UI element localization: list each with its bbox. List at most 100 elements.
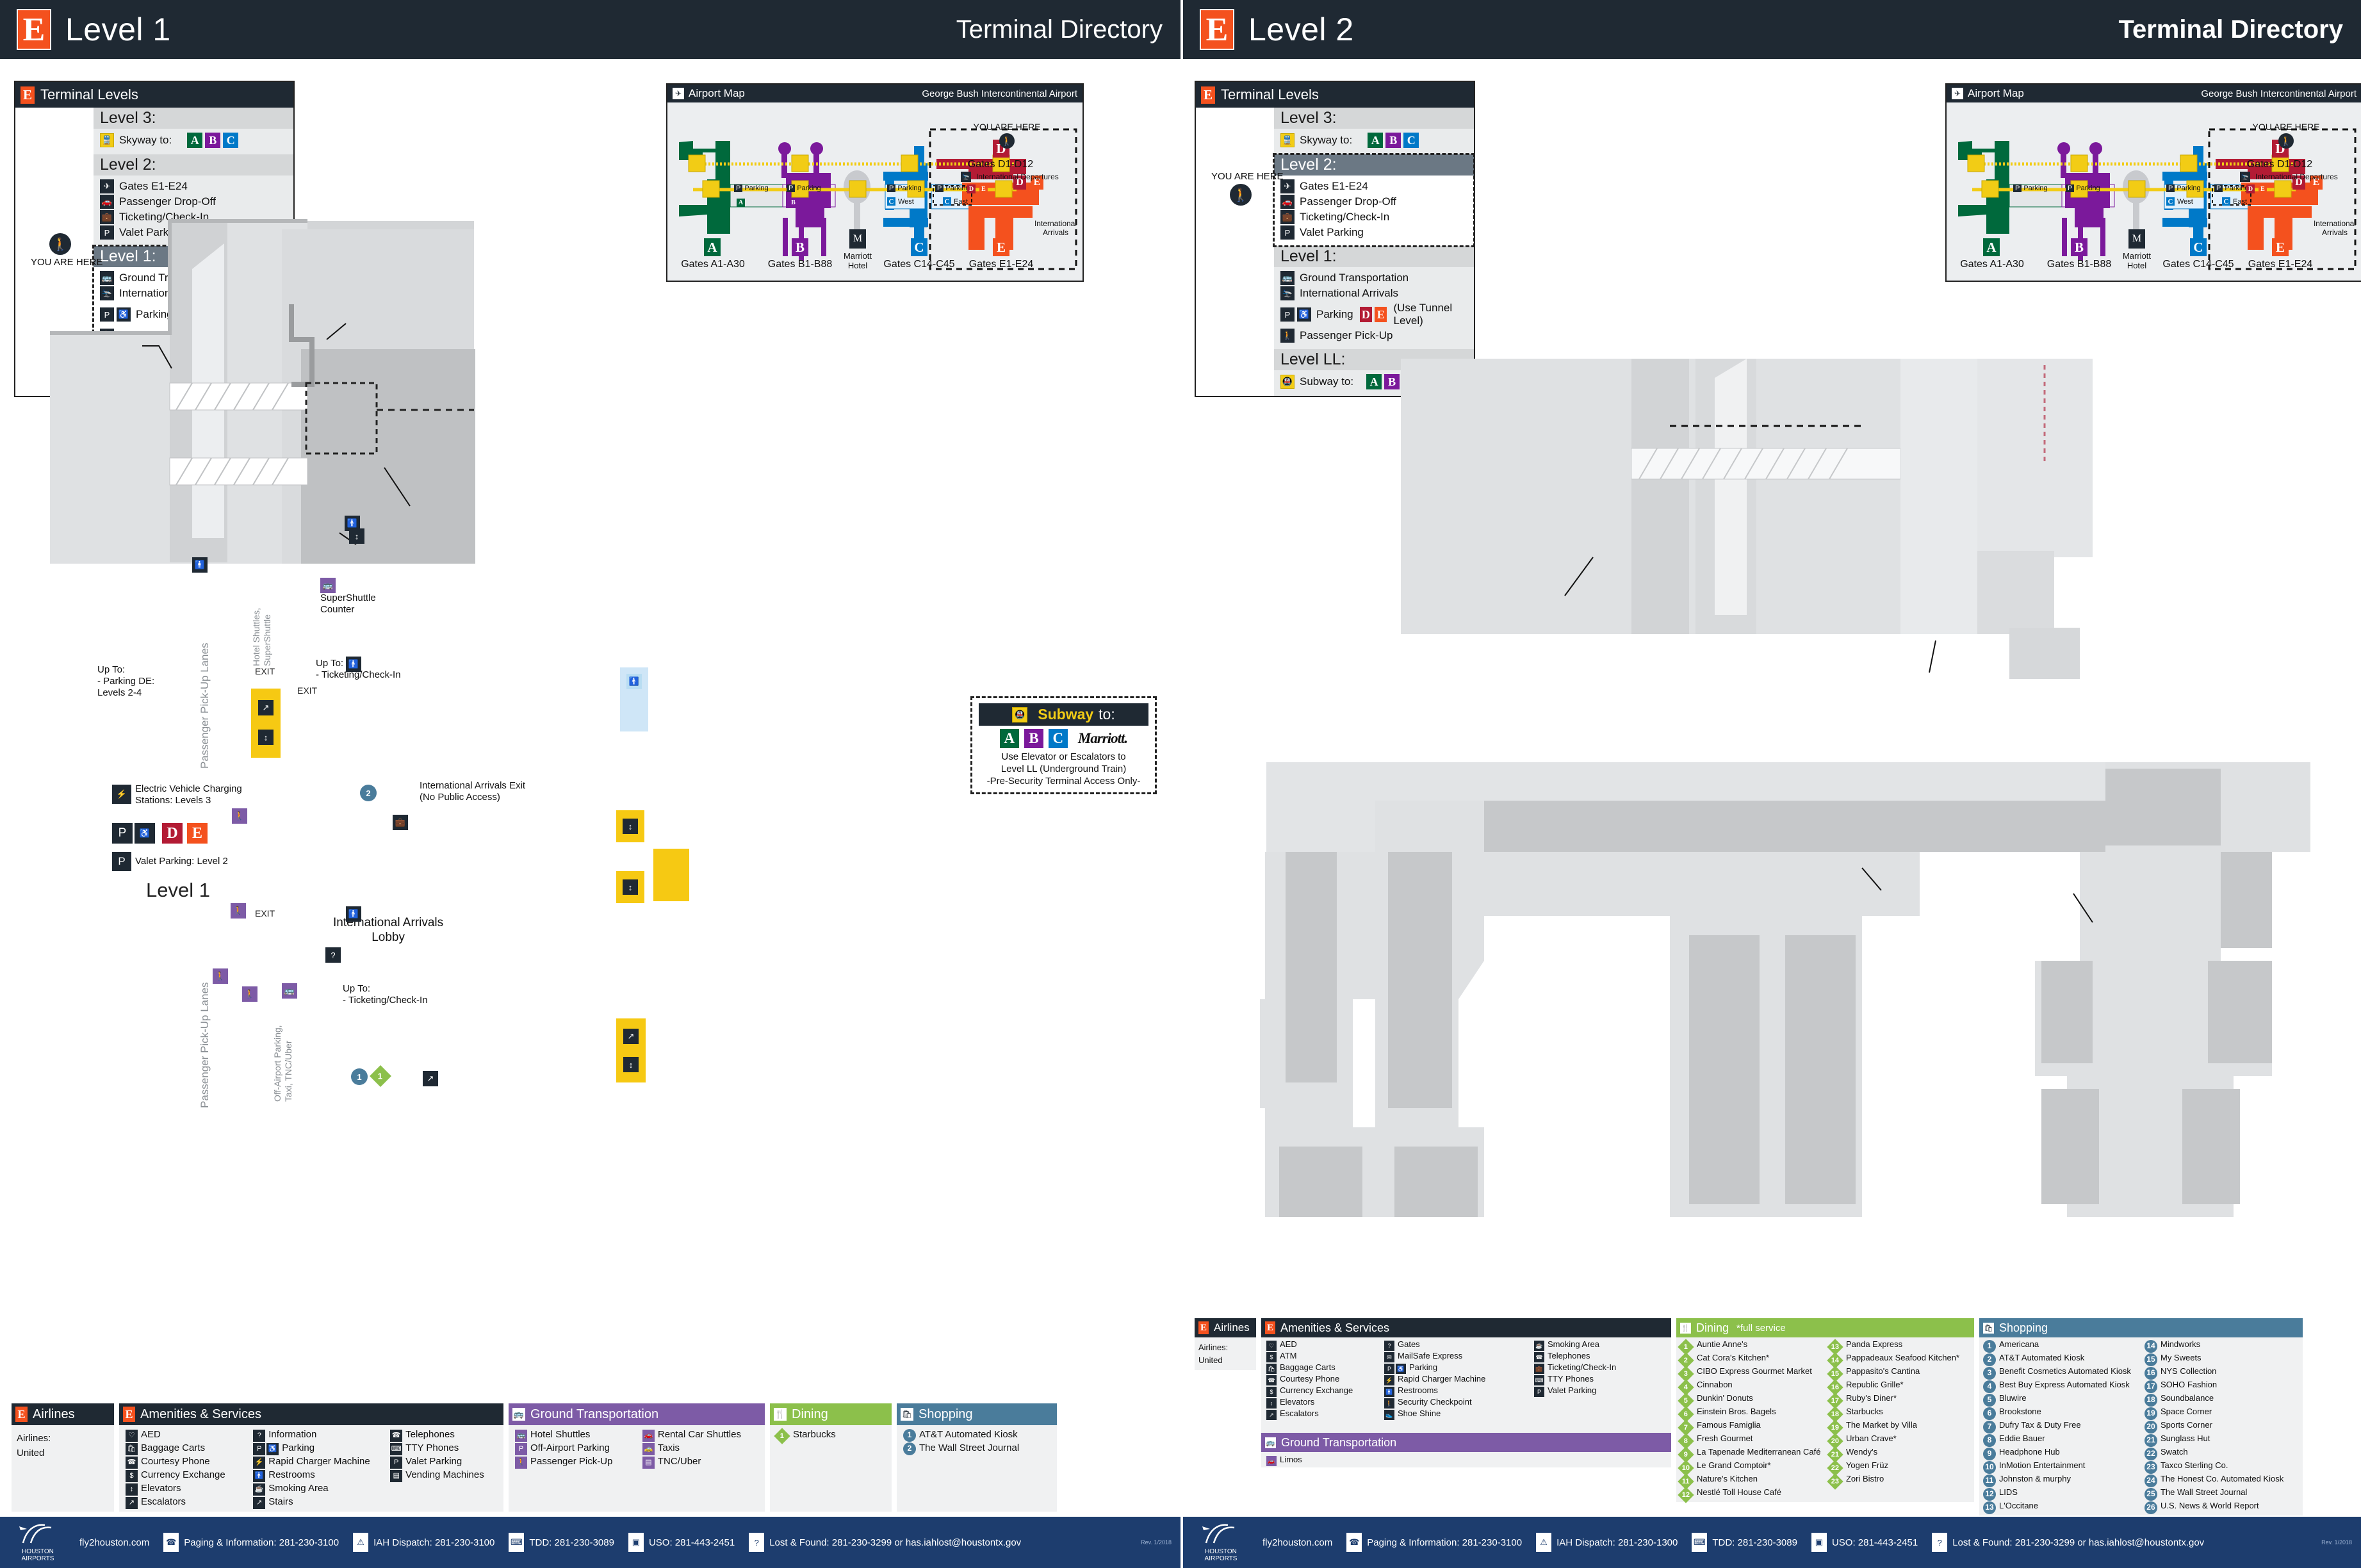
shopping-marker: 3 bbox=[1983, 1367, 1996, 1380]
shopping-icon: 🛍 bbox=[901, 1408, 913, 1421]
currency-exchange-icon: $ bbox=[1266, 1387, 1277, 1397]
legend-item-label: Cat Cora's Kitchen* bbox=[1697, 1353, 1770, 1362]
footer-website[interactable]: fly2houston.com bbox=[1262, 1537, 1332, 1548]
legend-item-label: Stairs bbox=[268, 1496, 293, 1507]
legend-item-label: Urban Crave* bbox=[1845, 1433, 1897, 1443]
dining-marker: 1 bbox=[774, 1428, 790, 1444]
list-item: 4 Cinnabon bbox=[1678, 1379, 1827, 1396]
list-item: 6 Brookstone bbox=[1983, 1407, 2142, 1420]
baggage-icon: 💼 bbox=[393, 815, 408, 830]
restroom-icon: 🚹 bbox=[253, 1470, 266, 1482]
exit-label: EXIT bbox=[255, 666, 275, 676]
terminal-c-tag: C bbox=[1048, 729, 1068, 748]
limo-icon: 🚗 bbox=[1266, 1456, 1277, 1466]
shopping-marker: 11 bbox=[1983, 1474, 1996, 1487]
legend-item-label: Swatch bbox=[2160, 1447, 2188, 1457]
rental-car-icon: 🚗 bbox=[642, 1430, 655, 1442]
telephone-icon: ☎ bbox=[390, 1430, 403, 1442]
list-item: 1 Americana bbox=[1983, 1339, 2142, 1353]
level-label: Level 1 bbox=[146, 879, 210, 901]
legend-item-label: Dunkin' Donuts bbox=[1697, 1393, 1753, 1403]
list-item: 12 Nestlé Toll House Café bbox=[1678, 1487, 1827, 1503]
legend-item-label: Wendy's bbox=[1845, 1447, 1878, 1457]
legend-item-label: Sunglass Hut bbox=[2160, 1433, 2210, 1443]
up-to-parking-label: Up To: - Parking DE: Levels 2-4 bbox=[97, 664, 155, 698]
atm-icon: $ bbox=[1266, 1352, 1277, 1362]
list-item: 22 Yogen Früz bbox=[1827, 1460, 1972, 1476]
amenities-col-2: ? Information P ♿ Parking ⚡ Rapid Charger Ma… bbox=[253, 1429, 388, 1509]
legend-item-label: CIBO Express Gourmet Market bbox=[1697, 1366, 1812, 1376]
list-item: 7 Dufry Tax & Duty Free bbox=[1983, 1420, 2142, 1433]
footer-website[interactable]: fly2houston.com bbox=[79, 1537, 149, 1548]
legend-dining: 🍴 Dining 1 Starbucks bbox=[770, 1403, 892, 1512]
subway-callout-tags: A B C Marriott. bbox=[979, 729, 1148, 748]
stairs-icon: ↗ bbox=[253, 1497, 266, 1509]
list-item: 2 AT&T Automated Kiosk bbox=[1983, 1353, 2142, 1366]
valet-icon: P bbox=[390, 1457, 403, 1469]
legend-item-label: U.S. News & World Report bbox=[2160, 1501, 2259, 1510]
shopping-col-2: 14 Mindworks 15 My Sweets 16 NYS Collection 17… bbox=[2144, 1339, 2300, 1514]
legend-item-label: Currency Exchange bbox=[141, 1469, 225, 1480]
legend-airlines-title: Airlines bbox=[1214, 1321, 1250, 1334]
legend-ground-title: Ground Transportation bbox=[1281, 1435, 1397, 1449]
list-item: 9 La Tapenade Mediterranean Café bbox=[1678, 1446, 1827, 1463]
legend-item-label: Americana bbox=[1999, 1339, 2039, 1349]
legend-item-label: Valet Parking bbox=[1548, 1385, 1597, 1395]
list-item: 23 Taxco Sterling Co. bbox=[2144, 1460, 2300, 1474]
legend-item-label: Famous Famiglia bbox=[1697, 1420, 1761, 1430]
legend-ground-transport: 🚌 Ground Transportation 🚌 Hotel Shuttles … bbox=[509, 1403, 765, 1512]
elevator-icon: ↕ bbox=[258, 730, 274, 745]
list-item: 13 L'Occitane bbox=[1983, 1501, 2142, 1514]
legend-item-label: Rapid Charger Machine bbox=[268, 1456, 370, 1467]
accessible-icon: ♿ bbox=[266, 1443, 279, 1455]
shopping-marker: 15 bbox=[2144, 1353, 2157, 1366]
list-item: 26 U.S. News & World Report bbox=[2144, 1501, 2300, 1514]
tty-icon: ⌨ bbox=[390, 1443, 403, 1455]
restroom-icon: 🚹 bbox=[346, 657, 361, 672]
subway-callout-title: Subway bbox=[1038, 706, 1094, 723]
list-item: 9 Headphone Hub bbox=[1983, 1447, 2142, 1460]
list-item: 10 InMotion Entertainment bbox=[1983, 1460, 2142, 1474]
legend-item-label: Ticketing/Check-In bbox=[1548, 1362, 1617, 1372]
valet-icon: P bbox=[1534, 1387, 1544, 1397]
legend-item-label: Soundbalance bbox=[2160, 1393, 2214, 1403]
shopping-marker: 6 bbox=[1983, 1407, 1996, 1420]
list-item: 7 Famous Famiglia bbox=[1678, 1419, 1827, 1436]
ev-charging-label: Electric Vehicle Charging Stations: Leve… bbox=[135, 783, 242, 806]
legend-item-label: Taxco Sterling Co. bbox=[2160, 1460, 2228, 1470]
ground-col-1: 🚌 Hotel Shuttles P Off-Airport Parking 🚶 Pa… bbox=[515, 1429, 640, 1469]
legend-item-label: The Honest Co. Automated Kiosk bbox=[2160, 1474, 2284, 1483]
elevator-icon: ↕ bbox=[349, 528, 364, 544]
terminal-a-tag: A bbox=[999, 729, 1019, 748]
pickup-icon: 🚶 bbox=[231, 903, 246, 919]
poi-marker: 1 bbox=[351, 1068, 368, 1085]
legend-item-label: Baggage Carts bbox=[141, 1442, 206, 1453]
legend-item-label: Sports Corner bbox=[2160, 1420, 2212, 1430]
shopping-marker: 1 bbox=[903, 1429, 916, 1442]
valet-icon: P bbox=[112, 852, 131, 871]
subway-callout: 🚇 Subway to: A B C Marriott. Use Elevato… bbox=[970, 696, 1157, 795]
parking-icon: P bbox=[253, 1443, 266, 1455]
ground-col-2: 🚗 Rental Car Shuttles 🚕 Taxis ▤ TNC/Uber bbox=[642, 1429, 761, 1469]
legend-item-label: The Wall Street Journal bbox=[2160, 1487, 2248, 1497]
pickup-icon: 🚶 bbox=[242, 986, 257, 1002]
legend-item-label: TNC/Uber bbox=[657, 1456, 701, 1467]
list-item: 10 Le Grand Comptoir* bbox=[1678, 1460, 1827, 1476]
shopping-col-1: 1 Americana 2 AT&T Automated Kiosk 3 Benefit … bbox=[1983, 1339, 2142, 1514]
legend-item-label: Bluwire bbox=[1999, 1393, 2027, 1403]
courtesy-phone-icon: ☎ bbox=[1266, 1375, 1277, 1385]
gates-icon: ? bbox=[1384, 1341, 1394, 1351]
shopping-marker: 19 bbox=[2144, 1407, 2157, 1420]
ground-transport-icon: 🚌 bbox=[1265, 1437, 1276, 1448]
baggage-cart-icon: 🛍 bbox=[126, 1443, 138, 1455]
tty-icon: ⌨ bbox=[509, 1533, 525, 1552]
legend-item-label: Rapid Charger Machine bbox=[1398, 1374, 1486, 1384]
restroom-icon: 🚹 bbox=[626, 674, 642, 689]
accessible-icon: ♿ bbox=[135, 823, 155, 844]
parking-icon: P bbox=[112, 823, 133, 844]
valet-label: Valet Parking: Level 2 bbox=[135, 856, 228, 867]
shopping-marker: 2 bbox=[903, 1442, 916, 1455]
elevator-icon: ↕ bbox=[623, 879, 638, 895]
shopping-icon: 🛍 bbox=[1983, 1322, 1994, 1334]
elevator-icon: ↕ bbox=[623, 1057, 639, 1072]
